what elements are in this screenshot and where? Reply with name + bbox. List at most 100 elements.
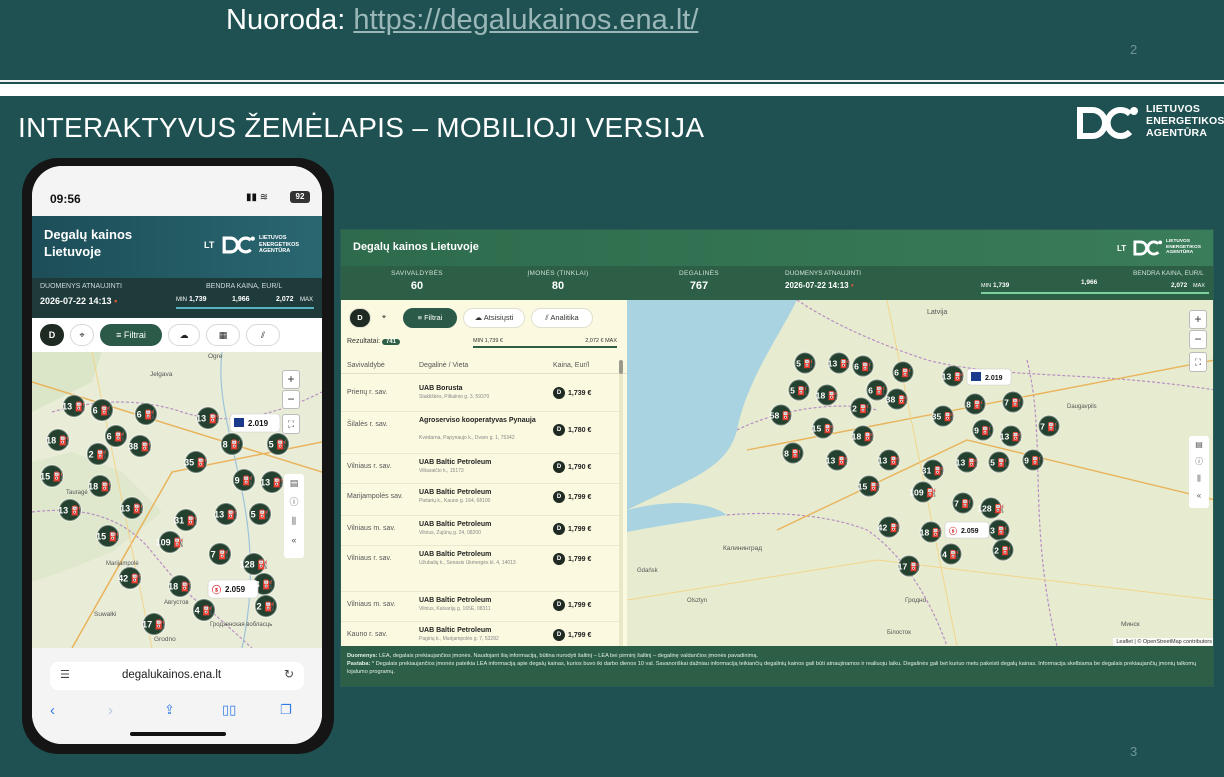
map-canvas[interactable]: Jelgava Ogre Tauragė Marijampolė Suwałki… [32,352,322,648]
zoom-in-button[interactable]: + [282,370,300,389]
cluster-marker[interactable]: 5 ⛽ [266,432,290,456]
back-icon[interactable]: ‹ [50,702,55,719]
cluster-marker[interactable]: 5 ⛽ [248,502,272,526]
cluster-marker[interactable]: 6 ⛽ [891,360,915,384]
language-toggle[interactable]: LT [204,240,214,250]
column-header[interactable]: Savivaldybė [347,362,385,369]
cluster-marker[interactable]: 13 ⛽ [877,448,901,472]
layers-icon[interactable]: ⫼ [1189,470,1209,487]
table-row[interactable]: Vilniaus r. sav. UAB Baltic Petroleum Vilk… [341,454,621,484]
cluster-marker[interactable]: 6 ⛽ [865,378,889,402]
url-field[interactable]: ☰ degalukainos.ena.lt ↻ [50,662,304,690]
cluster-marker[interactable]: 9 ⛽ [232,468,256,492]
cluster-marker[interactable]: 6 ⛽ [104,424,128,448]
fuel-type-button[interactable]: D [40,324,64,346]
cluster-marker[interactable]: 15 ⛽ [40,464,64,488]
cluster-marker[interactable]: 13 ⛽ [260,470,284,494]
share-icon[interactable]: ⇪ [164,702,175,718]
download-button[interactable]: ☁ Atsisiųsti [463,308,525,328]
analytics-button[interactable]: ⫽ Analitika [531,308,593,328]
cluster-marker[interactable]: 17 ⛽ [897,554,921,578]
info-icon[interactable]: ⓘ [284,493,304,512]
cluster-marker[interactable]: 6 ⛽ [90,398,114,422]
cluster-marker[interactable]: 13 ⛽ [120,496,144,520]
filters-button[interactable]: ≡ Filtrai [403,308,457,328]
cluster-marker[interactable]: 18 ⛽ [88,474,112,498]
cluster-marker[interactable]: 15 ⛽ [811,416,835,440]
cluster-marker[interactable]: 6 ⛽ [134,402,158,426]
table-row[interactable]: Marijampolės sav. UAB Baltic Petroleum Pie… [341,484,621,516]
map-canvas[interactable]: Latvija Daugavpils Минск Гродно Калининг… [627,300,1214,646]
cluster-marker[interactable]: 35 ⛽ [931,404,955,428]
location-button[interactable]: ⌖ [70,324,94,346]
comment-icon[interactable]: ▤ [1189,436,1209,453]
location-button[interactable]: ⌖ [375,308,393,328]
zoom-out-button[interactable]: − [282,390,300,409]
cluster-marker[interactable]: 7 ⛽ [951,491,975,515]
cluster-marker[interactable]: 17 ⛽ [142,612,166,636]
cluster-marker[interactable]: 9 ⛽ [971,418,995,442]
forward-icon[interactable]: › [108,702,113,719]
cluster-marker[interactable]: 35 ⛽ [184,450,208,474]
cluster-marker[interactable]: 18 ⛽ [815,383,839,407]
analytics-button[interactable]: ⫽ [246,324,280,346]
cluster-marker[interactable]: 31 ⛽ [174,508,198,532]
cluster-marker[interactable]: 4 ⛽ [192,598,216,622]
cluster-marker[interactable]: 2 ⛽ [849,396,873,420]
cluster-marker[interactable]: 13 ⛽ [999,424,1023,448]
layers-icon[interactable]: ⫼ [284,512,304,531]
cluster-marker[interactable]: 5 ⛽ [787,378,811,402]
tab-switcher-icon[interactable]: ❐ [280,702,292,718]
download-button[interactable]: ☁ [168,324,200,346]
cluster-marker[interactable]: 13 ⛽ [941,364,965,388]
fuel-type-button[interactable]: D [349,308,371,328]
website-link[interactable]: https://degalukainos.ena.lt/ [353,4,698,36]
cluster-marker[interactable]: 8 ⛽ [963,392,987,416]
price-marker[interactable]: ⓢ 2.059 [207,579,259,599]
cluster-marker[interactable]: 31 ⛽ [921,458,945,482]
language-toggle[interactable]: LT [1117,244,1126,253]
price-marker[interactable]: 2.019 [966,368,1012,386]
cluster-marker[interactable]: 13 ⛽ [62,394,86,418]
cluster-marker[interactable]: 13 ⛽ [214,502,238,526]
cluster-marker[interactable]: 7 ⛽ [1037,414,1061,438]
price-marker[interactable]: ⓢ 2.059 [944,521,990,539]
cluster-marker[interactable]: 38 ⛽ [885,387,909,411]
cluster-marker[interactable]: 5 ⛽ [793,351,817,375]
cluster-marker[interactable]: 18 ⛽ [919,520,943,544]
table-row[interactable]: Prienų r. sav. UAB Borusta Stakliškės, Pil… [341,380,621,412]
cluster-marker[interactable]: 38 ⛽ [128,434,152,458]
cluster-marker[interactable]: 58 ⛽ [769,403,793,427]
cluster-marker[interactable]: 42 ⛽ [118,566,142,590]
cluster-marker[interactable]: 3 ⛽ [987,518,1011,542]
cluster-marker[interactable]: 18 ⛽ [851,424,875,448]
cluster-marker[interactable]: 4 ⛽ [939,542,963,566]
fullscreen-button[interactable]: ⛶ [1189,352,1207,372]
column-header[interactable]: Degalinė / Vieta [419,362,468,369]
price-marker[interactable]: 2.019 [229,413,281,433]
cluster-marker[interactable]: 2 ⛽ [991,538,1015,562]
cluster-marker[interactable]: 7 ⛽ [1001,390,1025,414]
column-header[interactable]: Kaina, Eur/l [553,362,589,369]
table-row[interactable]: Vilniaus m. sav. UAB Baltic Petroleum Viln… [341,592,621,622]
collapse-icon[interactable]: « [284,531,304,550]
filters-button[interactable]: ≡ Filtrai [100,324,162,346]
table-view-button[interactable]: ▦ [206,324,240,346]
fullscreen-button[interactable]: ⛶ [282,414,300,434]
cluster-marker[interactable]: 5 ⛽ [987,450,1011,474]
cluster-marker[interactable]: 15 ⛽ [96,524,120,548]
cluster-marker[interactable]: 13 ⛽ [196,406,220,430]
info-icon[interactable]: ⓘ [1189,453,1209,470]
cluster-marker[interactable]: 15 ⛽ [857,474,881,498]
comment-icon[interactable]: ▤ [284,474,304,493]
desktop-map[interactable]: Latvija Daugavpils Минск Гродно Калининг… [627,300,1214,646]
cluster-marker[interactable]: 13 ⛽ [58,498,82,522]
scrollbar[interactable] [619,360,623,684]
cluster-marker[interactable]: 8 ⛽ [781,441,805,465]
cluster-marker[interactable]: 9 ⛽ [1021,448,1045,472]
bookmarks-icon[interactable]: ▯▯ [222,702,236,718]
collapse-icon[interactable]: « [1189,487,1209,504]
cluster-marker[interactable]: 42 ⛽ [877,515,901,539]
cluster-marker[interactable]: 13 ⛽ [827,351,851,375]
table-row[interactable]: Vilniaus m. sav. UAB Baltic Petroleum Viln… [341,516,621,546]
